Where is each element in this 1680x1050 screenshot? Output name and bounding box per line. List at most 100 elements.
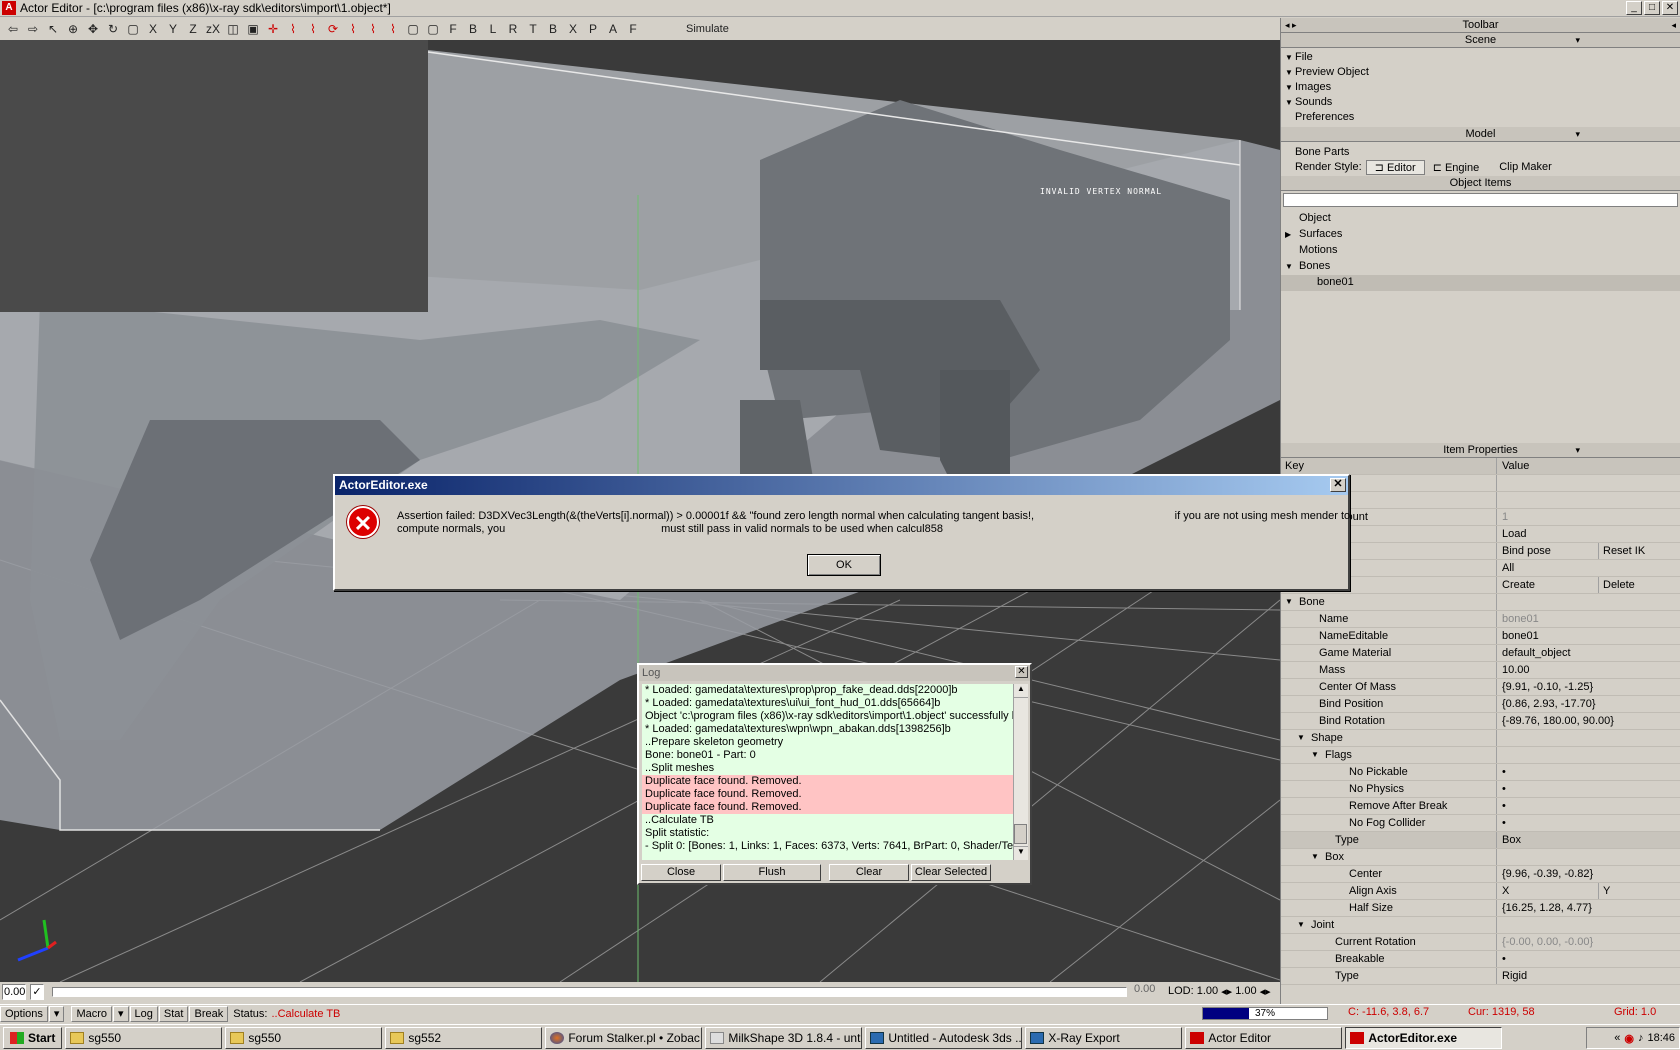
expand-arrow-icon[interactable]: ▼	[1311, 747, 1319, 763]
scroll-thumb[interactable]	[1014, 824, 1027, 844]
expand-arrow-icon[interactable]: ▼	[1285, 259, 1293, 274]
log-line[interactable]: Object 'c:\program files (x86)\x-ray sdk…	[642, 710, 1016, 723]
scroll-up-icon[interactable]: ▲	[1014, 684, 1028, 698]
toolbar-tool-icon[interactable]: T	[524, 20, 542, 38]
taskbar-button[interactable]: Forum Stalker.pl • Zobac...	[545, 1026, 703, 1049]
toolbar-tool-icon[interactable]: ✥	[84, 20, 102, 38]
stat-button[interactable]: Stat	[158, 1005, 189, 1022]
toolbar-tool-icon[interactable]: ✛	[264, 20, 282, 38]
expand-arrow-icon[interactable]: ▼	[1297, 730, 1305, 746]
render-editor-radio[interactable]: ⊐ Editor	[1365, 159, 1425, 175]
property-value[interactable]: bone01	[1496, 611, 1680, 627]
scene-header[interactable]: Scene ▾	[1281, 33, 1680, 48]
log-close-button[interactable]: Close	[641, 864, 721, 881]
property-row[interactable]: Breakable •	[1281, 951, 1680, 968]
log-scrollbar[interactable]: ▲ ▼	[1013, 684, 1028, 860]
scene-menu-item[interactable]: ▼ File	[1281, 50, 1680, 65]
property-row[interactable]: Center {9.96, -0.39, -0.82}	[1281, 866, 1680, 883]
property-value[interactable]	[1496, 917, 1680, 933]
close-button[interactable]: ✕	[1662, 1, 1678, 15]
property-value[interactable]	[1496, 730, 1680, 746]
toolbar-header[interactable]: ◂ ▸ Toolbar ◂	[1281, 18, 1680, 33]
clip-maker-button[interactable]: Clip Maker	[1487, 161, 1552, 173]
expand-arrow-icon[interactable]: ▼	[1285, 594, 1293, 610]
break-button[interactable]: Break	[189, 1005, 229, 1022]
toolbar-tool-icon[interactable]: Y	[164, 20, 182, 38]
property-row[interactable]: ▼ Flags	[1281, 747, 1680, 764]
property-value[interactable]: default_object	[1496, 645, 1680, 661]
toolbar-tool-icon[interactable]: X	[144, 20, 162, 38]
toolbar-tool-icon[interactable]: P	[584, 20, 602, 38]
macro-dropdown-icon[interactable]: ▾	[113, 1005, 129, 1022]
tray-app-icon[interactable]: ◉	[1624, 1032, 1634, 1045]
property-row[interactable]: Align Axis X Y	[1281, 883, 1680, 900]
property-row[interactable]: Remove After Break •	[1281, 798, 1680, 815]
toolbar-tool-icon[interactable]: ◫	[224, 20, 242, 38]
toolbar-tool-icon[interactable]: B	[464, 20, 482, 38]
property-value[interactable]: {9.91, -0.10, -1.25}	[1496, 679, 1680, 695]
log-button[interactable]: Log	[129, 1005, 158, 1022]
property-value[interactable]: {0.86, 2.93, -17.70}	[1496, 696, 1680, 712]
toolbar-tool-icon[interactable]: ⇦	[4, 20, 22, 38]
property-value[interactable]: •	[1496, 815, 1680, 831]
toolbar-tool-icon[interactable]: ▢	[404, 20, 422, 38]
property-value[interactable]: {9.96, -0.39, -0.82}	[1496, 866, 1680, 882]
property-value[interactable]: {-0.00, 0.00, -0.00}	[1496, 934, 1680, 950]
toolbar-tool-icon[interactable]: X	[564, 20, 582, 38]
property-value[interactable]: Create Delete	[1496, 577, 1680, 593]
toolbar-tool-icon[interactable]: L	[484, 20, 502, 38]
property-value[interactable]: bone01	[1496, 628, 1680, 644]
property-row[interactable]: Game Material default_object	[1281, 645, 1680, 662]
property-row[interactable]: ▼ Box	[1281, 849, 1680, 866]
scene-dropdown-icon[interactable]: ▾	[1575, 33, 1580, 48]
log-line[interactable]: Duplicate face found. Removed.	[642, 788, 1016, 801]
property-row[interactable]: Type Rigid	[1281, 968, 1680, 985]
toolbar-tool-icon[interactable]: ⊕	[64, 20, 82, 38]
toolbar-tool-icon[interactable]: ⌇	[304, 20, 322, 38]
toolbar-tool-icon[interactable]: A	[604, 20, 622, 38]
toolbar-tool-icon[interactable]: ⇨	[24, 20, 42, 38]
toolbar-tool-icon[interactable]: zX	[204, 20, 222, 38]
toolbar-tool-icon[interactable]: F	[444, 20, 462, 38]
log-list[interactable]: * Loaded: gamedata\textures\prop\prop_fa…	[642, 684, 1016, 860]
model-dropdown-icon[interactable]: ▾	[1575, 127, 1580, 142]
clock[interactable]: 18:46	[1647, 1032, 1675, 1044]
object-tree-item[interactable]: Motions	[1281, 243, 1680, 259]
property-value[interactable]	[1496, 475, 1680, 491]
timeline-slider[interactable]	[52, 987, 1127, 997]
object-tree-item[interactable]: bone01	[1281, 275, 1680, 291]
property-row[interactable]: No Pickable •	[1281, 764, 1680, 781]
log-close-icon[interactable]: ✕	[1015, 666, 1028, 678]
render-engine-radio[interactable]: ⊏ Engine	[1429, 161, 1484, 174]
property-row[interactable]: No Physics •	[1281, 781, 1680, 798]
property-value[interactable]: Rigid	[1496, 968, 1680, 984]
log-line[interactable]: ..Split meshes	[642, 762, 1016, 775]
taskbar-button[interactable]: MilkShape 3D 1.8.4 - unti...	[705, 1026, 863, 1049]
log-line[interactable]: ..Prepare skeleton geometry	[642, 736, 1016, 749]
taskbar-button[interactable]: Untitled - Autodesk 3ds ...	[865, 1026, 1023, 1049]
property-row[interactable]: ▼ Shape	[1281, 730, 1680, 747]
speaker-icon[interactable]: ♪	[1638, 1032, 1644, 1044]
simulate-button[interactable]: Simulate	[684, 20, 731, 38]
object-items-filter[interactable]	[1283, 193, 1678, 207]
property-value[interactable]	[1496, 747, 1680, 763]
property-value[interactable]: All	[1496, 560, 1680, 576]
lod-control[interactable]: LOD: 1.00 ◂▸ 1.00 ◂▸	[1168, 985, 1271, 998]
log-titlebar[interactable]: Log ✕	[639, 665, 1030, 681]
taskbar-button[interactable]: ActorEditor.exe	[1345, 1026, 1503, 1049]
property-row[interactable]: No Fog Collider •	[1281, 815, 1680, 832]
property-value-secondary[interactable]: Delete	[1598, 577, 1635, 593]
item-properties-dropdown-icon[interactable]: ▾	[1575, 443, 1580, 458]
property-row[interactable]: ▼ Bone	[1281, 594, 1680, 611]
log-clear-button[interactable]: Clear	[829, 864, 909, 881]
toolbar-tool-icon[interactable]: ↻	[104, 20, 122, 38]
dialog-close-button[interactable]: ✕	[1330, 478, 1346, 492]
timeline-checkbox[interactable]: ✓	[30, 984, 44, 1000]
property-value[interactable]: Load	[1496, 526, 1680, 542]
expand-arrow-icon[interactable]: ▶	[1285, 227, 1291, 242]
toolbar-tool-icon[interactable]: Z	[184, 20, 202, 38]
scene-menu-item[interactable]: ▼ Preview Object	[1281, 65, 1680, 80]
tray-expand-icon[interactable]: «	[1614, 1032, 1620, 1044]
property-row[interactable]: NameEditable bone01	[1281, 628, 1680, 645]
object-tree-item[interactable]: Object	[1281, 211, 1680, 227]
